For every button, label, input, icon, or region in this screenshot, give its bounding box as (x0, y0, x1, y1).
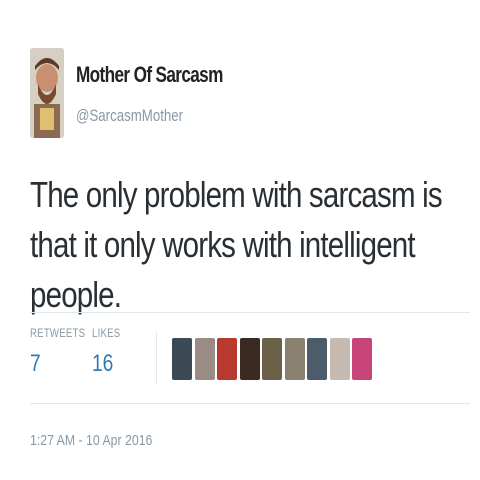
avatar[interactable] (30, 48, 64, 138)
user-handle[interactable]: @SarcasmMother (76, 106, 183, 126)
liker-avatar[interactable] (284, 338, 305, 380)
liker-avatar[interactable] (352, 338, 372, 380)
divider-bottom (30, 403, 470, 404)
tweet-card: Mother Of Sarcasm @SarcasmMother The onl… (0, 0, 480, 480)
avatar-image (30, 48, 64, 138)
liker-avatar[interactable] (194, 338, 215, 380)
display-name[interactable]: Mother Of Sarcasm (76, 62, 223, 88)
divider-top (30, 312, 470, 313)
liker-avatar[interactable] (239, 338, 260, 380)
tweet-text: The only problem with sarcasm is that it… (30, 174, 443, 315)
tweet-timestamp[interactable]: 1:27 AM - 10 Apr 2016 (30, 432, 152, 449)
liker-avatar[interactable] (307, 338, 327, 380)
liker-avatar[interactable] (262, 338, 282, 380)
tweet-header: Mother Of Sarcasm @SarcasmMother (30, 44, 470, 144)
liker-avatar[interactable] (217, 338, 237, 380)
retweets-count: 7 (30, 350, 41, 377)
tweet-stats: RETWEETS 7 LIKES 16 (30, 326, 470, 396)
retweets-stat[interactable]: RETWEETS 7 (30, 326, 99, 378)
retweets-label: RETWEETS (30, 326, 86, 340)
likes-count: 16 (92, 350, 114, 377)
likes-label: LIKES (92, 326, 121, 340)
liker-avatar[interactable] (172, 338, 192, 380)
stats-separator (156, 332, 157, 384)
liker-avatar[interactable] (329, 338, 350, 380)
likes-stat[interactable]: LIKES 16 (92, 326, 128, 378)
